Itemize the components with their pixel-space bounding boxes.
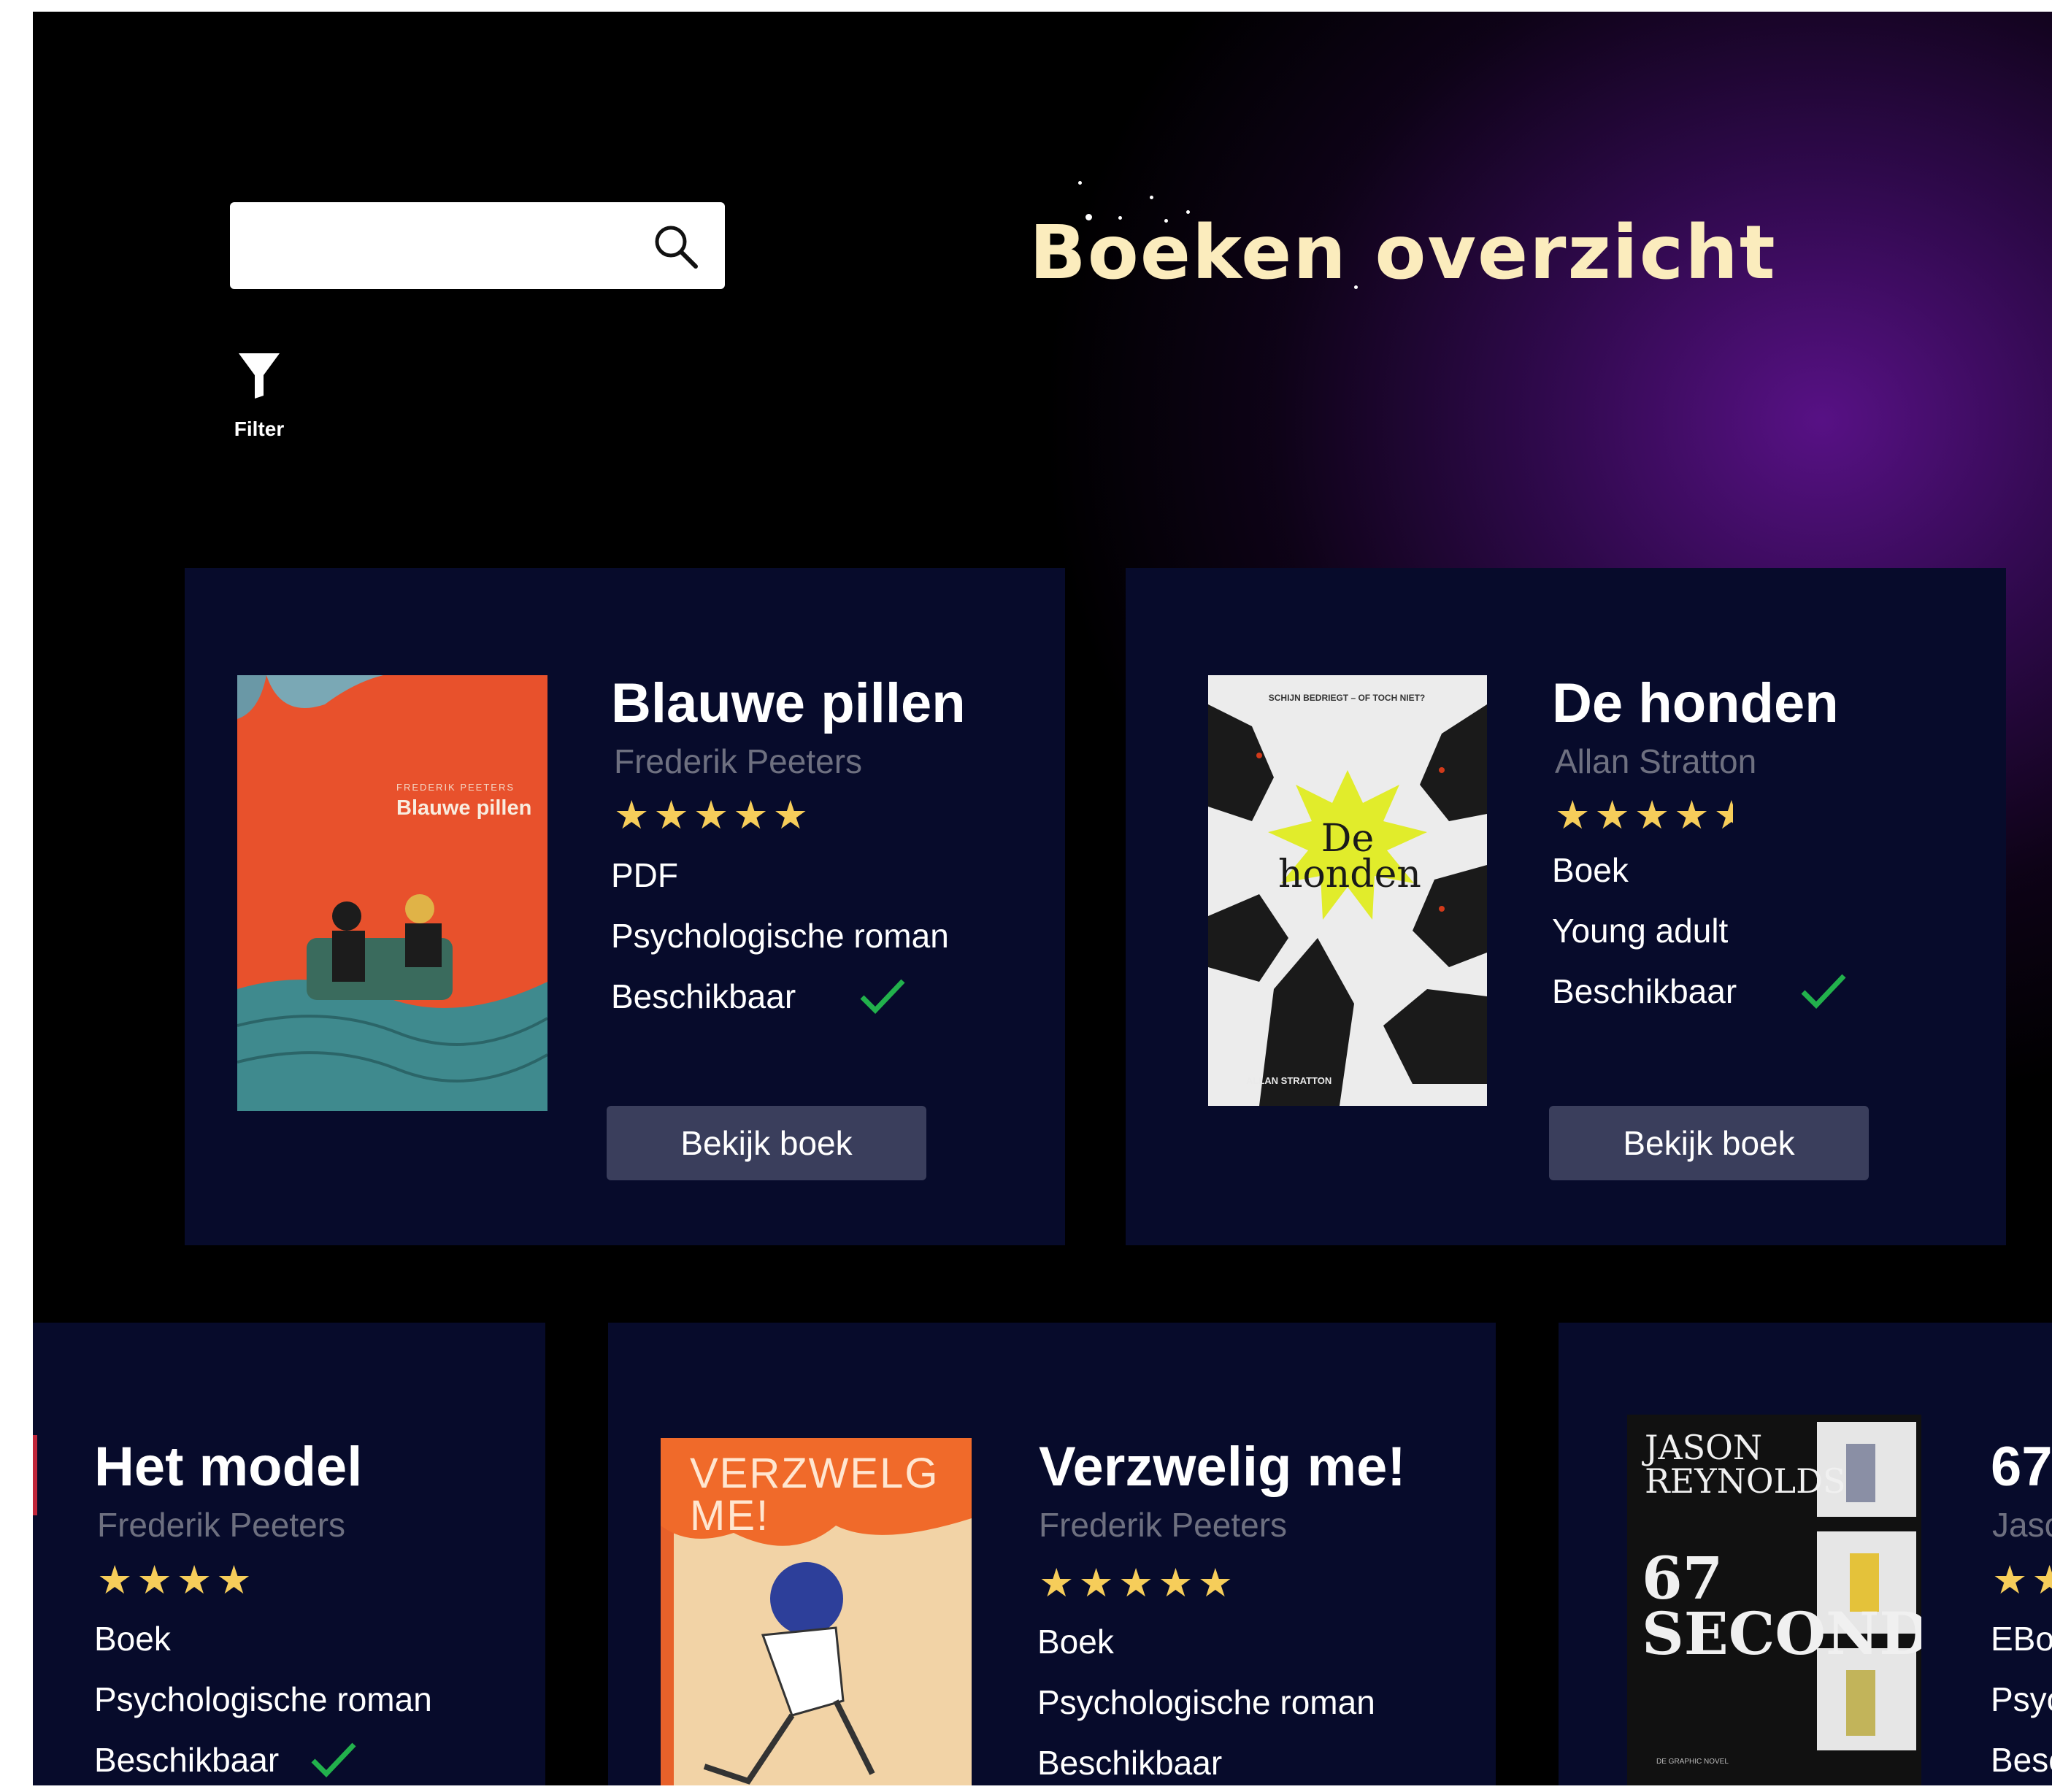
view-book-button[interactable]: Bekijk boek xyxy=(1549,1106,1869,1180)
star-rating: ★★★★★ xyxy=(614,793,813,837)
book-cover: SCHIJN BEDRIEGT – OF TOCH NIET? De honde… xyxy=(1208,675,1487,1106)
book-title: Verzwelig me! xyxy=(1039,1436,1406,1498)
book-title: Het model xyxy=(94,1436,363,1498)
cover-title: De honden xyxy=(1278,817,1421,897)
search-bar xyxy=(230,202,725,289)
filter-label: Filter xyxy=(234,418,285,440)
book-card: VERZWELG ME! Verzwelig me! Frederik Peet… xyxy=(608,1323,1496,1785)
cover-subtitle: DE GRAPHIC NOVEL xyxy=(1656,1758,1729,1766)
book-card: Het model Frederik Peeters ★★★★ Boek Psy… xyxy=(33,1323,545,1785)
book-genre: Psychologische roman xyxy=(1037,1683,1375,1721)
cover-edge xyxy=(33,1435,37,1515)
cover-author: FREDERIK PEETERS xyxy=(396,782,515,793)
book-author: Frederik Peeters xyxy=(614,742,863,780)
book-author: Allan Stratton xyxy=(1555,742,1757,780)
book-author: Jaso xyxy=(1992,1506,2052,1544)
full-stars: ★★★★ xyxy=(1555,793,1714,837)
search-icon[interactable] xyxy=(652,223,700,271)
sparkle-decoration xyxy=(1078,181,1082,185)
book-genre: Psychologische roman xyxy=(611,917,949,955)
book-format: PDF xyxy=(611,856,678,894)
star-rating: ★★★★ xyxy=(97,1558,256,1602)
book-card: SCHIJN BEDRIEGT – OF TOCH NIET? De honde… xyxy=(1126,568,2006,1245)
sparkle-decoration xyxy=(1085,214,1092,220)
book-genre: Psychologische roman xyxy=(94,1680,432,1718)
sparkle-decoration xyxy=(1354,285,1358,289)
book-author: Frederik Peeters xyxy=(97,1506,346,1544)
availability-status: Beschikbaar xyxy=(1552,972,1737,1010)
sparkle-decoration xyxy=(1118,216,1122,220)
page-title: Boeken overzicht xyxy=(1029,209,1777,296)
book-format: EBo xyxy=(1991,1620,2052,1658)
cover-title: VERZWELG ME! xyxy=(690,1450,939,1539)
book-cover: FREDERIK PEETERS Blauwe pillen xyxy=(237,675,547,1111)
book-card: JASON REYNOLDS 67 SECONDEN DE GRAPHIC NO… xyxy=(1559,1323,2052,1785)
sparkle-decoration xyxy=(1186,210,1190,214)
book-author: Frederik Peeters xyxy=(1039,1506,1288,1544)
availability-status: Beschikbaar xyxy=(1037,1744,1223,1782)
cover-title: Blauwe pillen xyxy=(396,796,532,820)
cover-art xyxy=(237,675,547,1111)
funnel-icon xyxy=(239,353,280,399)
book-title: 67 xyxy=(1991,1436,2052,1498)
star-rating: ★★★★★ xyxy=(1039,1561,1238,1605)
book-format: Boek xyxy=(94,1620,171,1658)
book-format: Boek xyxy=(1552,851,1629,889)
app-viewport: Filter Boeken overzicht FREDERIK PEETERS… xyxy=(33,12,2052,1785)
search-input[interactable] xyxy=(249,217,631,276)
view-book-button[interactable]: Bekijk boek xyxy=(607,1106,926,1180)
half-star: ★ xyxy=(1714,796,1733,835)
availability-status: Besc xyxy=(1991,1741,2052,1779)
availability-status: Beschikbaar xyxy=(611,977,796,1015)
cover-title: 67 SECONDEN xyxy=(1642,1544,1921,1668)
filter-button[interactable]: Filter xyxy=(215,352,303,454)
book-cover: VERZWELG ME! xyxy=(661,1438,972,1785)
book-format: Boek xyxy=(1037,1623,1114,1661)
sparkle-decoration xyxy=(1150,196,1153,199)
book-title: De honden xyxy=(1552,672,1839,734)
sparkle-decoration xyxy=(1164,219,1168,223)
cover-author: ALLAN STRATTON xyxy=(1246,1075,1332,1086)
book-genre: Young adult xyxy=(1552,912,1729,950)
book-card: FREDERIK PEETERS Blauwe pillen Blauwe pi… xyxy=(185,568,1065,1245)
book-genre: Psyc xyxy=(1991,1680,2052,1718)
book-cover: JASON REYNOLDS 67 SECONDEN DE GRAPHIC NO… xyxy=(1627,1415,1921,1785)
check-icon xyxy=(1801,974,1846,1010)
availability-status: Beschikbaar xyxy=(94,1741,280,1779)
star-rating: ★★ xyxy=(1992,1558,2052,1602)
star-rating: ★★★★★ xyxy=(1555,796,1733,835)
check-icon xyxy=(311,1742,356,1778)
cover-author: JASON REYNOLDS xyxy=(1645,1428,1846,1501)
book-title: Blauwe pillen xyxy=(611,672,966,734)
cover-tagline: SCHIJN BEDRIEGT – OF TOCH NIET? xyxy=(1268,693,1426,703)
check-icon xyxy=(860,979,905,1015)
